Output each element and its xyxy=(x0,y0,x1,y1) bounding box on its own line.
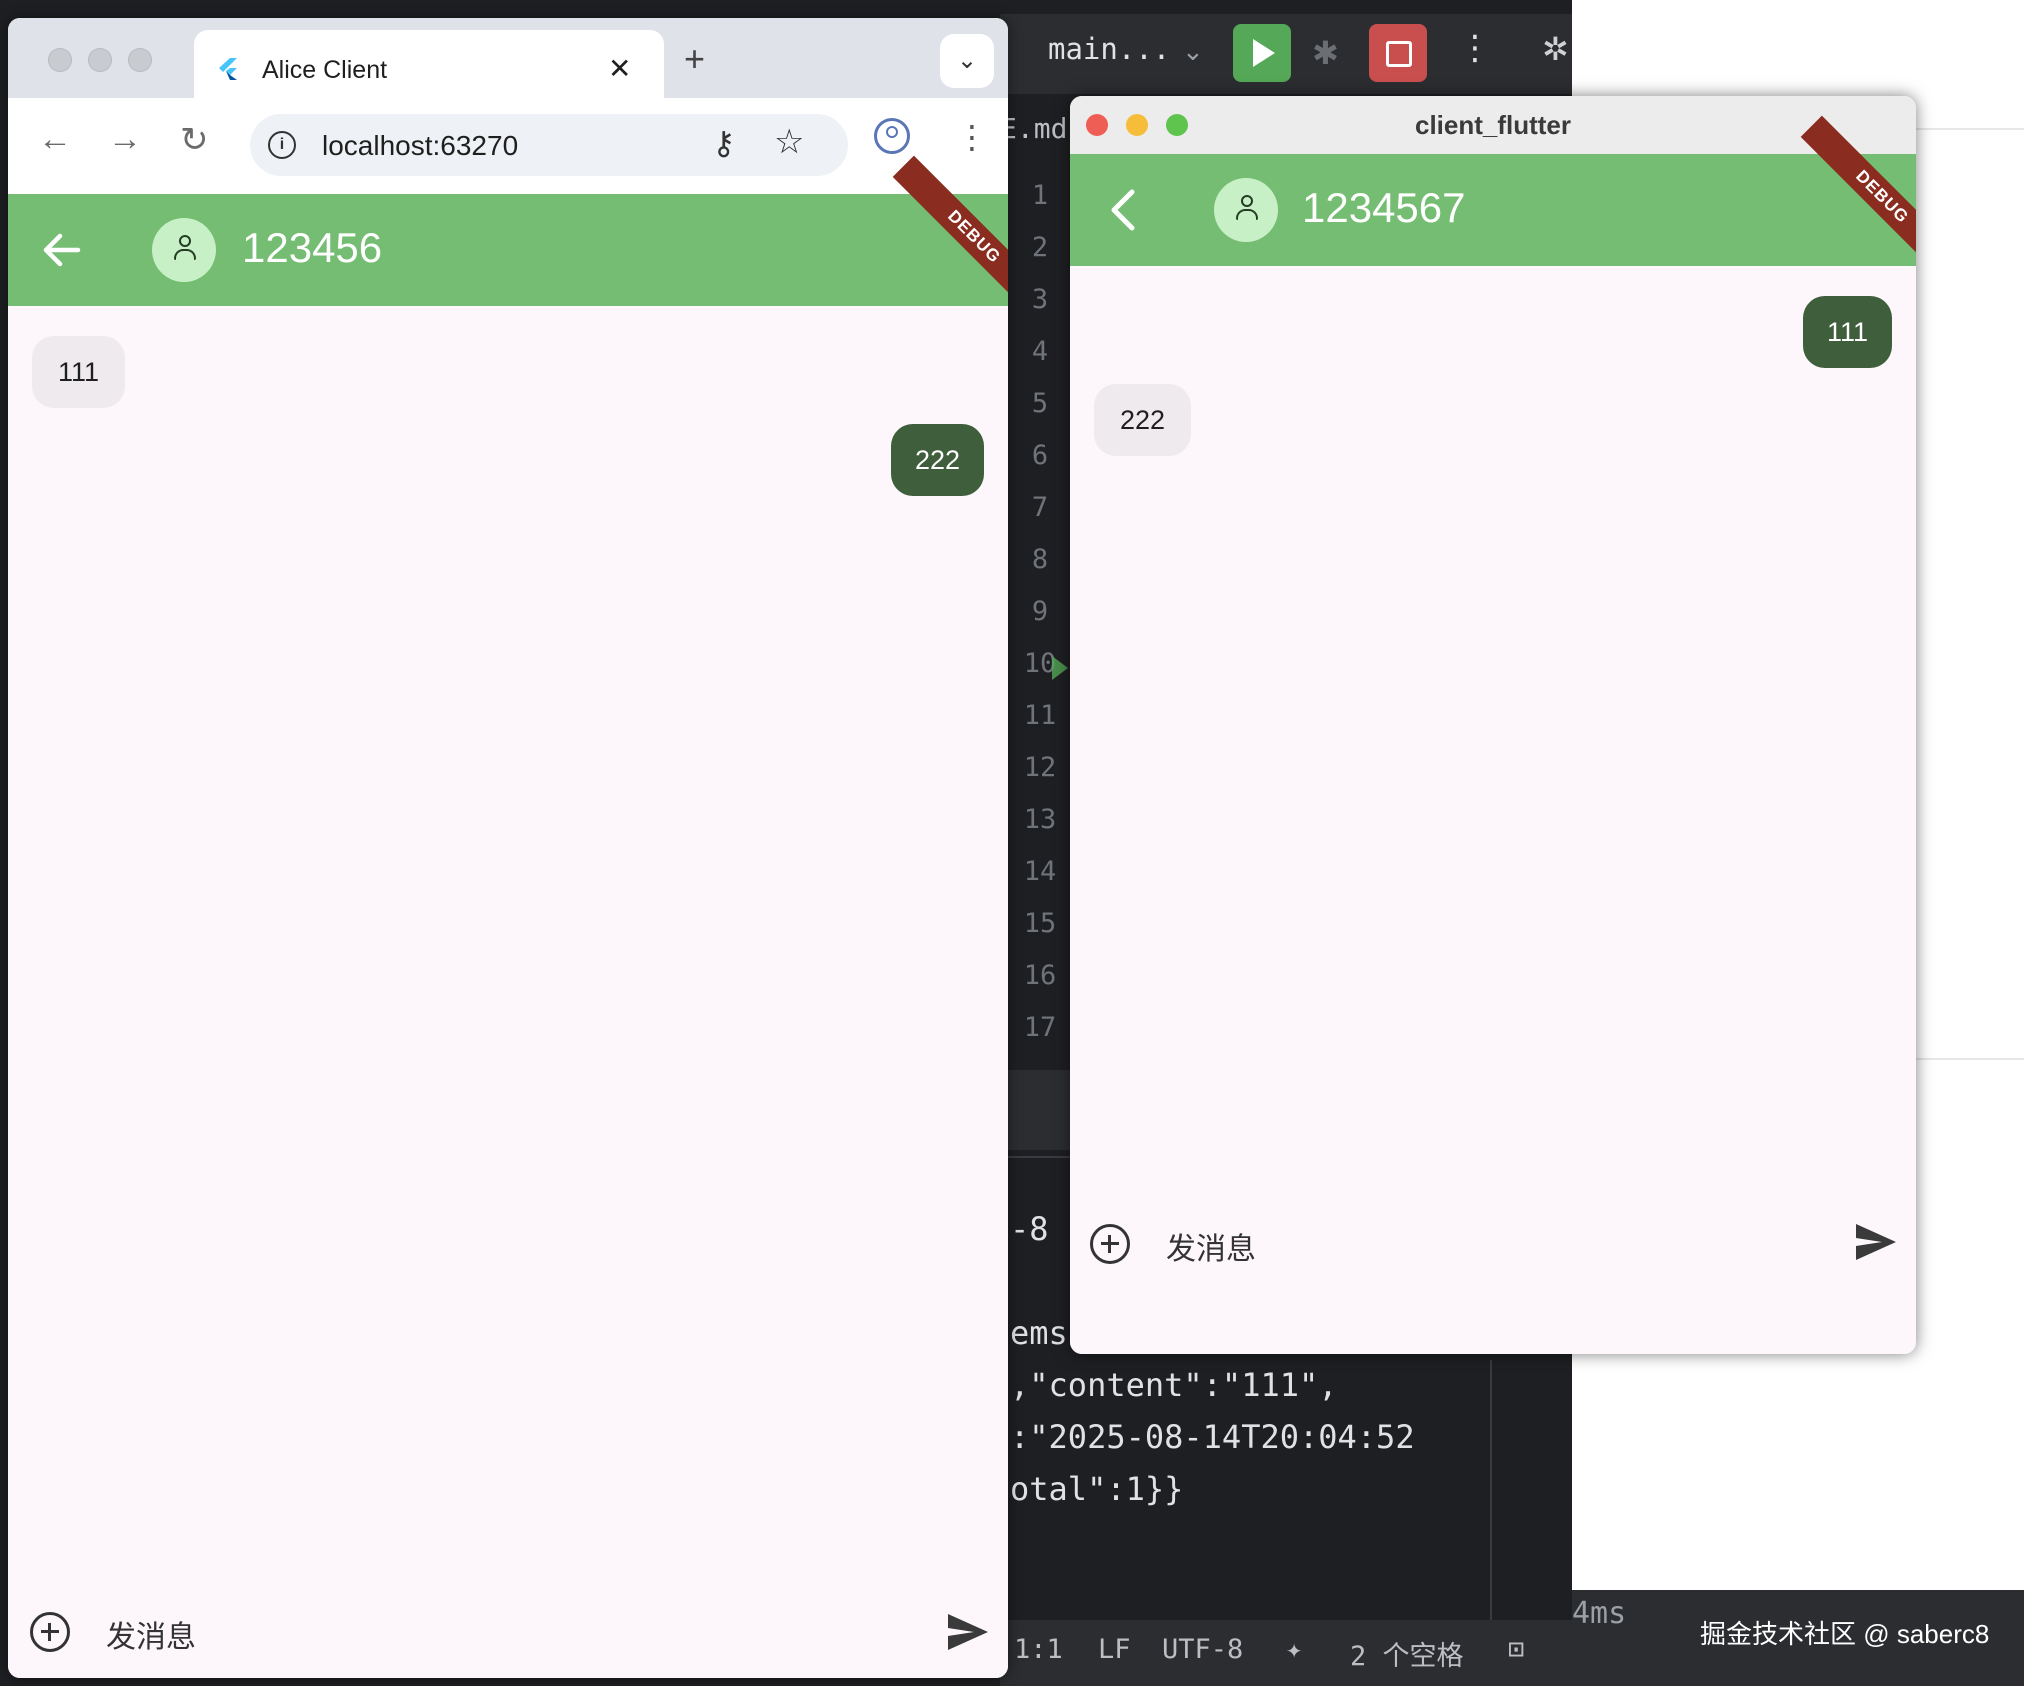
console-line: :"2025-08-14T20:04:52 xyxy=(1010,1418,1415,1456)
forward-arrow-icon[interactable]: → xyxy=(108,120,142,159)
info-icon[interactable]: i xyxy=(268,131,296,159)
more-vert-icon[interactable]: ⋮ xyxy=(1458,28,1492,68)
send-icon[interactable] xyxy=(946,1612,990,1652)
chat-page: 1234567 DEBUG 111 222 发消息 xyxy=(1070,115,1916,1354)
status-cursor-position[interactable]: 1:1 xyxy=(1014,1634,1063,1665)
run-gutter-icon[interactable] xyxy=(1052,656,1068,680)
console-line: -8 xyxy=(1010,1210,1049,1248)
window-titlebar: client_flutter xyxy=(1070,96,1916,155)
line-number: 5 xyxy=(1031,388,1049,419)
ai-assistant-icon[interactable]: ✦ xyxy=(1286,1634,1302,1665)
back-chevron-icon[interactable] xyxy=(1108,188,1138,232)
line-number: 7 xyxy=(1031,492,1049,523)
avatar xyxy=(152,218,216,282)
line-number: 9 xyxy=(1031,596,1049,627)
message-input[interactable]: 发消息 xyxy=(106,1612,196,1656)
chat-page: 123456 DEBUG 111 222 发消息 xyxy=(8,155,1008,1678)
star-icon[interactable]: ☆ xyxy=(774,122,804,162)
line-number: 12 xyxy=(1023,752,1057,783)
reload-icon[interactable]: ↻ xyxy=(180,120,209,160)
watermark: 掘金技术社区 @ saberc8 xyxy=(1700,1619,1990,1649)
message-input[interactable]: 发消息 xyxy=(1166,1224,1256,1268)
lock-icon[interactable]: ⊡ xyxy=(1508,1634,1524,1665)
window-minimize-button[interactable] xyxy=(88,48,112,72)
stop-icon[interactable] xyxy=(1369,24,1427,82)
window-maximize-button[interactable] xyxy=(128,48,152,72)
person-icon xyxy=(1241,195,1253,207)
key-icon[interactable]: ⚷ xyxy=(712,124,735,162)
person-icon xyxy=(179,235,191,247)
more-vert-icon[interactable]: ⋮ xyxy=(956,118,988,156)
line-number: 13 xyxy=(1023,804,1057,835)
tab-search-button[interactable]: ⌄ xyxy=(940,34,994,88)
line-number: 17 xyxy=(1023,1012,1057,1043)
line-number: 1 xyxy=(1031,180,1049,211)
new-tab-button[interactable]: + xyxy=(684,38,705,80)
tab-title: Alice Client xyxy=(262,56,388,84)
console-line: ,"content":"111", xyxy=(1010,1366,1338,1404)
line-number: 4 xyxy=(1031,336,1049,367)
message-bubble-incoming: 111 xyxy=(32,336,126,408)
line-number: 2 xyxy=(1031,232,1049,263)
ide-run-config[interactable]: main... xyxy=(1048,32,1170,66)
console-line: otal":1}} xyxy=(1010,1470,1184,1508)
app-bar: 123456 xyxy=(8,194,1008,306)
message-bubble-outgoing: 222 xyxy=(890,424,984,496)
status-indent[interactable]: 2 个空格 xyxy=(1350,1634,1464,1673)
browser-toolbar: ← → ↻ i localhost:63270 ⚷ ☆ ⋮ xyxy=(8,98,1008,195)
status-encoding[interactable]: UTF-8 xyxy=(1162,1634,1243,1665)
debug-icon[interactable]: ✱ xyxy=(1312,34,1339,72)
add-circle-icon[interactable] xyxy=(30,1612,70,1652)
back-arrow-icon[interactable]: ← xyxy=(38,120,72,159)
browser-window: + ⌄ Alice Client ✕ ← → ↻ i localhost:632… xyxy=(8,18,1008,1678)
status-line-separator[interactable]: LF xyxy=(1098,1634,1131,1665)
close-icon[interactable]: ✕ xyxy=(608,52,631,85)
line-number: 14 xyxy=(1023,856,1057,887)
line-number: 8 xyxy=(1031,544,1049,575)
window-close-button[interactable] xyxy=(48,48,72,72)
window-title: client_flutter xyxy=(1414,110,1572,140)
address-bar[interactable]: i localhost:63270 ⚷ ☆ xyxy=(250,114,848,176)
send-icon[interactable] xyxy=(1854,1222,1898,1262)
chat-title: 1234567 xyxy=(1302,184,1466,231)
line-number: 16 xyxy=(1023,960,1057,991)
ide-file-tab[interactable]: E.md xyxy=(1000,112,1067,145)
flutter-logo-icon xyxy=(219,58,237,80)
back-arrow-icon[interactable] xyxy=(42,232,82,268)
chat-title: 123456 xyxy=(242,224,383,271)
line-number: 11 xyxy=(1023,700,1057,731)
flutter-desktop-window: client_flutter 1234567 DEBUG 111 222 发消息 xyxy=(1070,96,1916,1354)
message-bubble-outgoing: 111 xyxy=(1802,296,1892,368)
line-number: 6 xyxy=(1031,440,1049,471)
url-text[interactable]: localhost:63270 xyxy=(322,130,518,162)
ide-console-divider xyxy=(1490,1360,1492,1620)
add-circle-icon[interactable] xyxy=(1090,1224,1130,1264)
avatar xyxy=(1214,178,1278,242)
app-bar: 1234567 xyxy=(1070,154,1916,266)
run-icon[interactable] xyxy=(1233,24,1291,82)
debug-settings-icon[interactable]: ✲ xyxy=(1542,30,1569,68)
profile-icon[interactable] xyxy=(874,118,910,154)
line-number: 15 xyxy=(1023,908,1057,939)
chevron-down-icon[interactable]: ⌄ xyxy=(1182,36,1204,67)
message-bubble-incoming: 222 xyxy=(1094,384,1192,456)
line-number: 3 xyxy=(1031,284,1049,315)
timing-text: 4ms xyxy=(1572,1596,1627,1631)
